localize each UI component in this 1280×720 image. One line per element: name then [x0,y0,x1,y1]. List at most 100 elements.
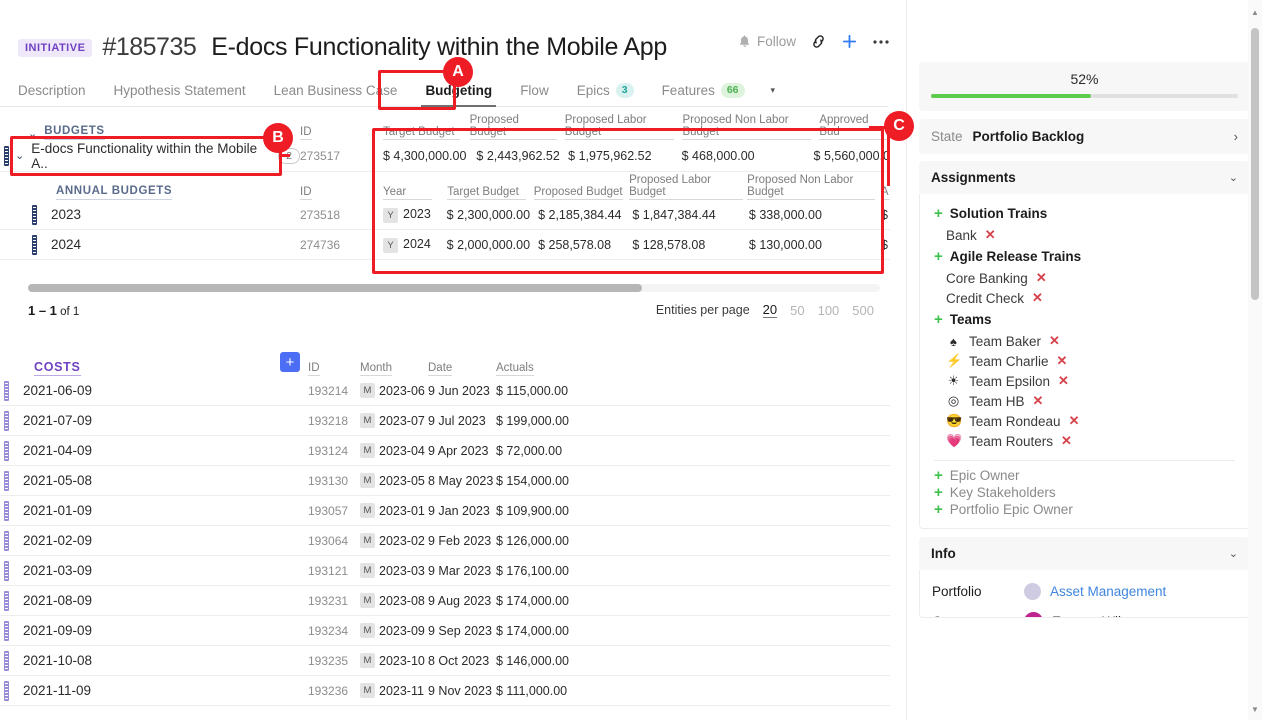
tab-hypothesis-statement[interactable]: Hypothesis Statement [100,74,260,106]
portfolio-link[interactable]: Asset Management [1050,584,1166,599]
details-sidebar: 52% State Portfolio Backlog › Assignment… [906,0,1262,720]
table-row[interactable]: 2021-06-09 193214 M 2023-06 9 Jun 2023 $ 115,… [0,376,890,406]
table-row[interactable]: 2021-08-09 193231 M 2023-08 9 Aug 2023 $ 174,… [0,586,890,616]
remove-assignment-icon[interactable]: ✕ [1049,333,1060,349]
tab-lean-business-case[interactable]: Lean Business Case [260,74,412,106]
budgets-horizontal-scrollbar[interactable] [28,284,880,292]
sidebar-scrollbar-thumb[interactable] [1251,28,1259,300]
cost-id: 193231 [308,593,349,608]
table-row[interactable]: 2021-05-08 193130 M 2023-05 8 May 2023 $ 154,… [0,466,890,496]
entities-per-page-label: Entities per page [655,303,750,317]
annual-budget-row[interactable]: 2023 273518 [0,200,370,230]
more-tabs-chevron-down-icon[interactable]: ▾ [759,85,788,96]
add-cost-button[interactable]: + [280,352,300,372]
follow-label: Follow [756,34,796,49]
tab-flow[interactable]: Flow [506,74,563,106]
page-size-50[interactable]: 50 [790,303,804,318]
follow-button[interactable]: Follow [738,34,796,49]
row-drag-handle[interactable] [4,145,9,166]
row-drag-handle[interactable] [4,620,9,641]
add-teams-button[interactable]: + Teams [920,308,1249,331]
assignments-section-header[interactable]: Assignments ⌄ [919,161,1250,194]
list-item[interactable]: Bank ✕ [920,225,1249,245]
info-section-header[interactable]: Info ⌄ [919,537,1250,570]
remove-assignment-icon[interactable]: ✕ [1036,270,1047,286]
add-epic-owner-button[interactable]: + Epic Owner [920,467,1249,484]
annual-budget-row[interactable]: 2024 274736 [0,230,370,260]
info-chevron-down-icon[interactable]: ⌄ [1229,547,1238,560]
state-label: State [931,129,963,144]
cost-month: 2023-10 [379,653,425,668]
info-label-portfolio: Portfolio [932,584,982,599]
page-size-20[interactable]: 20 [762,302,778,318]
col-target-budget: Target Budget [383,126,460,140]
table-row[interactable]: 2021-09-09 193234 M 2023-09 9 Sep 2023 $ 174,… [0,616,890,646]
list-item[interactable]: ◎ Team HB ✕ [920,391,1249,411]
page-size-500[interactable]: 500 [852,303,874,318]
row-drag-handle[interactable] [4,560,9,581]
list-item[interactable]: Core Banking ✕ [920,268,1249,288]
add-key-stakeholders-button[interactable]: + Key Stakeholders [920,484,1249,501]
table-row[interactable]: 2021-07-09 193218 M 2023-07 9 Jul 2023 $ 199,… [0,406,890,436]
month-tag-icon: M [360,623,375,638]
scroll-down-arrow-icon[interactable]: ▼ [1251,705,1259,714]
list-item[interactable]: 💗 Team Routers ✕ [920,431,1249,451]
tab-epics[interactable]: Epics 3 [563,74,648,106]
add-portfolio-epic-owner-button[interactable]: + Portfolio Epic Owner [920,501,1249,518]
list-item[interactable]: ☀ Team Epsilon ✕ [920,371,1249,391]
remove-assignment-icon[interactable]: ✕ [985,227,996,243]
col-a-proposed-non-labor-budget: Proposed Non Labor Budget [747,174,875,200]
row-drag-handle[interactable] [4,500,9,521]
tab-description[interactable]: Description [18,74,100,106]
remove-assignment-icon[interactable]: ✕ [1032,290,1043,306]
add-icon[interactable] [841,33,858,50]
list-item[interactable]: Credit Check ✕ [920,288,1249,308]
table-row[interactable]: 2021-01-09 193057 M 2023-01 9 Jan 2023 $ 109,… [0,496,890,526]
list-item[interactable]: ♠ Team Baker ✕ [920,331,1249,351]
state-card[interactable]: State Portfolio Backlog › [919,119,1250,154]
row-drag-handle[interactable] [4,410,9,431]
row-drag-handle[interactable] [4,530,9,551]
row-drag-handle[interactable] [4,590,9,611]
assignments-chevron-down-icon[interactable]: ⌄ [1229,171,1238,184]
table-row[interactable]: 2021-04-09 193124 M 2023-04 9 Apr 2023 $ 72,0… [0,436,890,466]
budgets-collapse-chevron-icon[interactable]: ⌄ [28,127,37,140]
scroll-up-arrow-icon[interactable]: ▲ [1251,8,1259,17]
table-row[interactable]: 2021-11-09 193236 M 2023-11 9 Nov 2023 $ 111,… [0,676,890,706]
row-drag-handle[interactable] [32,204,37,225]
remove-assignment-icon[interactable]: ✕ [1033,393,1044,409]
budget-parent-row[interactable]: ⌄ E-docs Functionality within the Mobile… [0,140,370,172]
state-chevron-right-icon[interactable]: › [1234,129,1238,144]
sidebar-vertical-scrollbar[interactable]: ▲ ▼ [1248,0,1262,720]
row-drag-handle[interactable] [4,380,9,401]
list-item[interactable]: 😎 Team Rondeau ✕ [920,411,1249,431]
tab-features[interactable]: Features 66 [648,74,759,106]
row-drag-handle[interactable] [4,680,9,701]
page-size-100[interactable]: 100 [818,303,840,318]
more-options-icon[interactable] [872,39,890,45]
remove-assignment-icon[interactable]: ✕ [1069,413,1080,429]
row-drag-handle[interactable] [4,650,9,671]
row-drag-handle[interactable] [32,234,37,255]
row-drag-handle[interactable] [4,440,9,461]
val-a-approved: $ [881,237,888,252]
costs-col-id: ID [308,362,320,376]
table-row[interactable]: 2021-02-09 193064 M 2023-02 9 Feb 2023 $ 126,… [0,526,890,556]
link-icon[interactable] [810,34,827,49]
remove-assignment-icon[interactable]: ✕ [1058,373,1069,389]
add-agile-release-trains-button[interactable]: + Agile Release Trains [920,245,1249,268]
table-row[interactable]: 2021-03-09 193121 M 2023-03 9 Mar 2023 $ 176,… [0,556,890,586]
row-expand-chevron-icon[interactable]: ⌄ [15,149,24,162]
remove-assignment-icon[interactable]: ✕ [1061,433,1072,449]
budget-parent-id: 273517 [300,148,341,163]
remove-assignment-icon[interactable]: ✕ [1057,353,1068,369]
scrollbar-thumb[interactable] [28,284,642,292]
annual-budgets-group-header: ANNUAL BUDGETS [56,185,173,200]
plus-icon: + [934,467,943,484]
table-row[interactable]: 2021-10-08 193235 M 2023-10 8 Oct 2023 $ 146,… [0,646,890,676]
add-solution-trains-button[interactable]: + Solution Trains [920,202,1249,225]
list-item[interactable]: ⚡ Team Charlie ✕ [920,351,1249,371]
plus-icon: + [934,311,943,328]
cost-actuals: $ 146,000.00 [496,653,569,668]
row-drag-handle[interactable] [4,470,9,491]
